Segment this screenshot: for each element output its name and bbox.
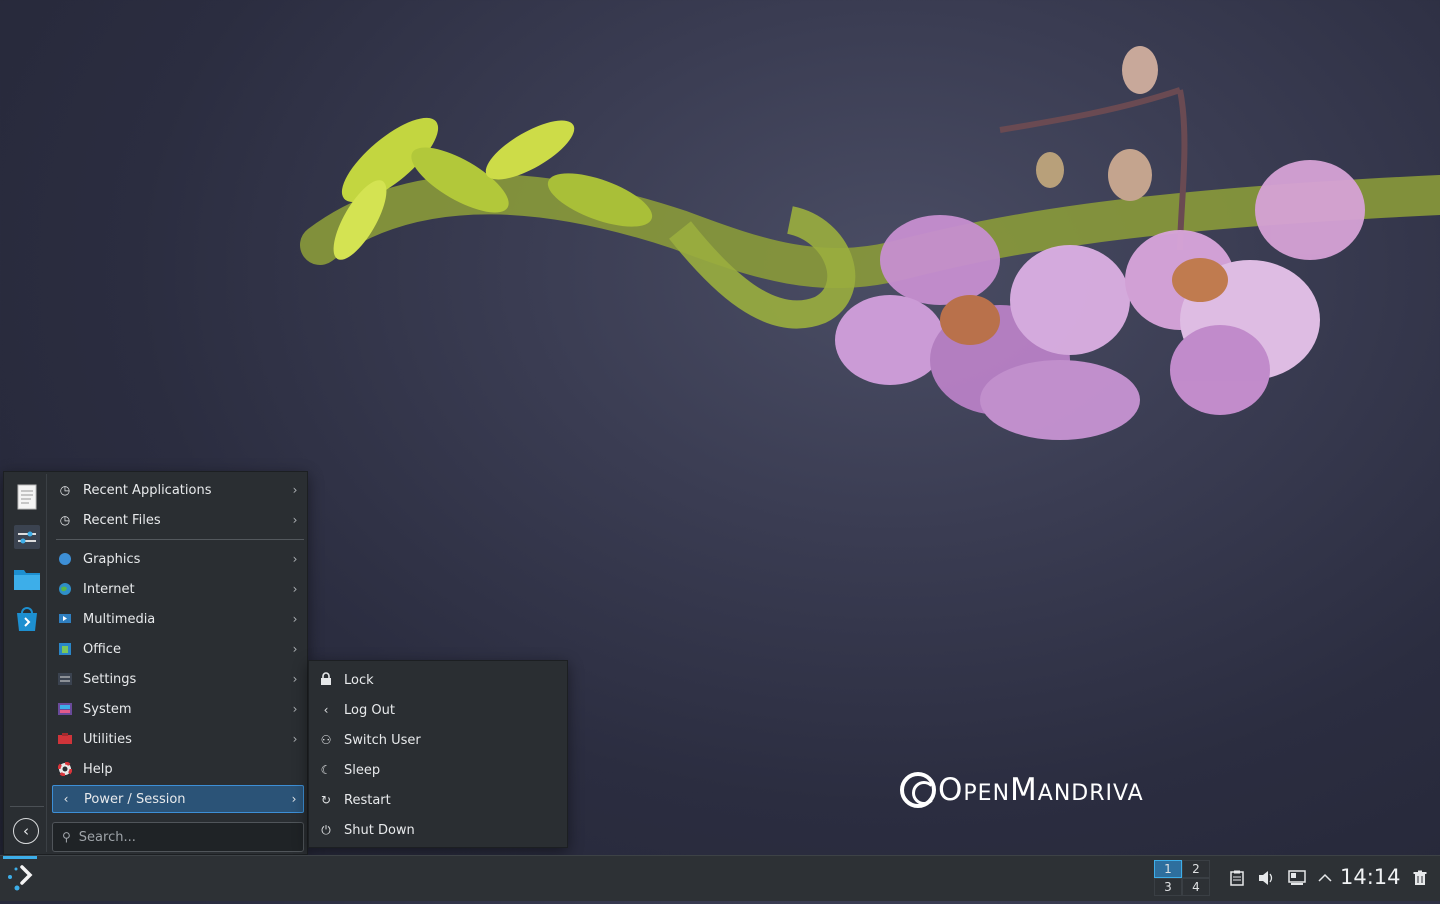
file-manager-icon[interactable] [12, 564, 42, 594]
menu-item-graphics[interactable]: Graphics › [52, 545, 304, 573]
switch-user-icon: ⚇ [320, 733, 332, 747]
search-input[interactable]: ⚲ Search... [52, 822, 304, 852]
menu-item-internet[interactable]: Internet › [52, 575, 304, 603]
menu-item-utilities[interactable]: Utilities › [52, 725, 304, 753]
graphics-icon [57, 551, 73, 567]
sidebar-separator [10, 806, 44, 807]
multimedia-icon [57, 611, 73, 627]
globe-icon [57, 581, 73, 597]
application-launcher-button[interactable] [3, 856, 37, 900]
menu-item-help[interactable]: Help [52, 755, 304, 783]
power-icon: ⏻ [321, 822, 331, 837]
openmandriva-launcher-icon [8, 865, 33, 891]
digital-clock[interactable]: 14:14 [1340, 865, 1401, 889]
menu-item-office[interactable]: Office › [52, 635, 304, 663]
menu-separator [56, 539, 304, 540]
office-icon [57, 641, 73, 657]
menu-item-settings[interactable]: Settings › [52, 665, 304, 693]
menu-item-system[interactable]: System › [52, 695, 304, 723]
utilities-icon [57, 731, 73, 747]
chevron-right-icon: › [292, 513, 298, 527]
help-icon [57, 761, 73, 777]
menu-item-lock[interactable]: Lock [315, 666, 563, 694]
desktop-4[interactable]: 4 [1182, 878, 1210, 896]
logout-icon: ‹ [323, 703, 329, 717]
menu-item-recent-applications[interactable]: ◷ Recent Applications › [52, 476, 304, 504]
menu-item-multimedia[interactable]: Multimedia › [52, 605, 304, 633]
lock-icon [318, 672, 334, 688]
network-icon[interactable] [1287, 868, 1307, 888]
brand-name: OpenMandriva [938, 772, 1144, 808]
system-icon [57, 701, 73, 717]
menu-item-power-session[interactable]: ‹ Power / Session › [52, 785, 304, 813]
menu-item-sleep[interactable]: ☾ Sleep [315, 756, 563, 784]
system-settings-icon[interactable] [12, 522, 42, 552]
menu-item-restart[interactable]: ↻ Restart [315, 786, 563, 814]
active-indicator [3, 856, 37, 859]
leave-button[interactable]: ‹ [13, 818, 39, 844]
desktop-2[interactable]: 2 [1182, 860, 1210, 878]
chevron-right-icon: › [292, 582, 298, 596]
expand-tray-icon[interactable] [1315, 868, 1335, 888]
chevron-right-icon: › [292, 483, 298, 497]
favorites-sidebar: ‹ [6, 474, 47, 852]
chevron-right-icon: › [292, 552, 298, 566]
software-center-icon[interactable] [12, 604, 42, 634]
search-icon: ⚲ [62, 830, 71, 844]
menu-item-shut-down[interactable]: ⏻ Shut Down [315, 816, 563, 844]
chevron-right-icon: › [292, 702, 298, 716]
openmandriva-logo: OpenMandriva [900, 765, 1200, 815]
sleep-icon: ☾ [320, 763, 332, 777]
wallpaper-orchid-art [300, 46, 1440, 440]
back-chevron-icon: ‹ [63, 792, 69, 806]
clock-icon: ◷ [59, 483, 71, 497]
desktop-3[interactable]: 3 [1154, 878, 1182, 896]
desktop-1[interactable]: 1 [1154, 860, 1182, 878]
menu-item-log-out[interactable]: ‹ Log Out [315, 696, 563, 724]
search-placeholder: Search... [78, 829, 136, 845]
chevron-right-icon: › [292, 612, 298, 626]
virtual-desktop-pager: 1 2 3 4 [1154, 860, 1210, 896]
text-editor-icon[interactable] [12, 482, 42, 512]
menu-item-switch-user[interactable]: ⚇ Switch User [315, 726, 563, 754]
chevron-right-icon: › [292, 642, 298, 656]
taskbar-panel: 1 2 3 4 14:14 [0, 855, 1440, 901]
chevron-right-icon: › [292, 732, 298, 746]
power-session-submenu: Lock ‹ Log Out ⚇ Switch User ☾ Sleep ↻ R… [308, 660, 568, 848]
logo-ring-icon [900, 772, 936, 808]
clock-icon: ◷ [59, 513, 71, 527]
chevron-right-icon: › [292, 672, 298, 686]
application-launcher-menu: ‹ ◷ Recent Applications › ◷ Recent Files… [3, 471, 308, 855]
chevron-right-icon: › [291, 792, 297, 806]
back-chevron-icon: ‹ [23, 822, 29, 840]
menu-item-recent-files[interactable]: ◷ Recent Files › [52, 506, 304, 534]
trash-icon[interactable] [1410, 868, 1430, 888]
settings-icon [57, 671, 73, 687]
restart-icon: ↻ [320, 793, 332, 807]
volume-icon[interactable] [1256, 868, 1276, 888]
clipboard-icon[interactable] [1227, 868, 1247, 888]
